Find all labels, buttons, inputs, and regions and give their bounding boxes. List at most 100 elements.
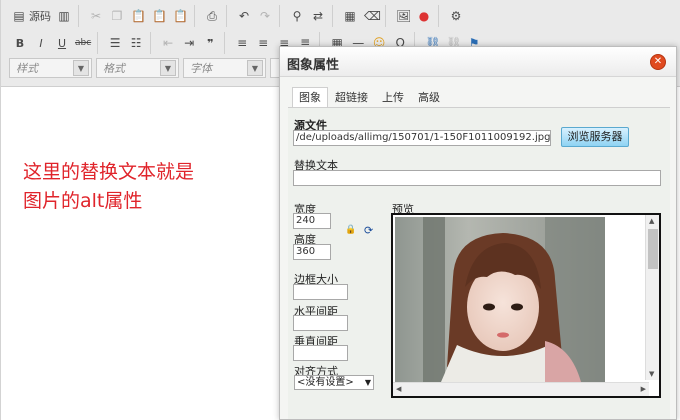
source-button[interactable]: ▤ 源码 — [10, 6, 53, 26]
toolbar-group-misc: ⚙ — [443, 5, 470, 27]
align-left-button[interactable]: ≡ — [232, 33, 252, 53]
browse-server-button[interactable]: 浏览服务器 — [561, 127, 629, 147]
image-properties-dialog: 图象属性 ✕ 图象 超链接 上传 高级 源文件 /de/uploads/alli… — [279, 46, 677, 420]
strike-button[interactable]: abc — [73, 33, 93, 53]
lock-icon[interactable]: 🔒 — [345, 225, 356, 235]
preview-box: ▲ ▼ ◀ ▶ — [391, 213, 661, 398]
scroll-up-icon[interactable]: ▲ — [649, 217, 654, 225]
style-combo[interactable]: 样式 ▼ — [9, 58, 92, 78]
outdent-button[interactable]: ⇤ — [158, 33, 178, 53]
gear-icon: ⚙ — [450, 9, 462, 23]
indent-icon: ⇥ — [184, 36, 195, 50]
copy-button[interactable]: ❐ — [107, 6, 127, 26]
dialog-title: 图象属性 — [287, 58, 340, 73]
align-select-value: <没有设置> — [297, 377, 354, 388]
print-button[interactable]: ⎙ — [202, 6, 222, 26]
find-button[interactable]: ⚲ — [287, 6, 307, 26]
hspace-input[interactable] — [293, 315, 348, 331]
close-icon[interactable]: ✕ — [650, 54, 666, 70]
scrollbar-thumb[interactable] — [648, 229, 658, 269]
outdent-icon: ⇤ — [163, 36, 174, 50]
preview-photo — [395, 217, 605, 382]
width-input[interactable]: 240 — [293, 213, 331, 229]
chevron-down-icon: ▼ — [160, 60, 176, 76]
annotation-line-1: 这里的替换文本就是 — [23, 161, 195, 183]
eraser-icon: ⌫ — [364, 9, 381, 23]
replace-icon: ⇄ — [312, 9, 324, 23]
source-file-input[interactable]: /de/uploads/allimg/150701/1-150F10110091… — [293, 130, 551, 146]
align-center-button[interactable]: ≡ — [253, 33, 273, 53]
paste-text-icon: 📋 — [152, 9, 167, 23]
paste-icon: 📋 — [131, 9, 146, 23]
templates-button[interactable]: ▥ — [54, 6, 74, 26]
chevron-down-icon: ▼ — [73, 60, 89, 76]
indent-button[interactable]: ⇥ — [179, 33, 199, 53]
cut-button[interactable]: ✂ — [86, 6, 106, 26]
tab-upload[interactable]: 上传 — [375, 87, 411, 108]
underline-button[interactable]: U — [52, 33, 72, 53]
chevron-down-icon: ▼ — [247, 60, 263, 76]
undo-icon: ↶ — [238, 9, 250, 23]
copy-icon: ❐ — [111, 9, 123, 23]
special-char-button[interactable]: ⚙ — [446, 6, 466, 26]
style-combo-label: 样式 — [16, 62, 38, 75]
format-combo-label: 格式 — [103, 62, 125, 75]
align-center-icon: ≡ — [258, 36, 269, 50]
tab-advanced[interactable]: 高级 — [411, 87, 447, 108]
reset-size-icon[interactable]: ⟳ — [364, 224, 376, 237]
source-label: 源码 — [29, 10, 51, 23]
numbered-list-button[interactable]: ☰ — [105, 33, 125, 53]
vspace-input[interactable] — [293, 345, 348, 361]
scroll-down-icon[interactable]: ▼ — [649, 370, 654, 378]
alt-text-input[interactable] — [293, 170, 661, 186]
toolbar-group-source: ▤ 源码 ▥ — [7, 5, 79, 27]
editor-window: ▤ 源码 ▥ ✂ ❐ 📋 📋 📋 ⎙ ↶ ↷ ⚲ ⇄ ▦ ⌫ 🖼 ● ⚙ B I… — [0, 0, 680, 420]
tab-image[interactable]: 图象 — [292, 87, 328, 108]
toolbar-row-1: ▤ 源码 ▥ ✂ ❐ 📋 📋 📋 ⎙ ↶ ↷ ⚲ ⇄ ▦ ⌫ 🖼 ● ⚙ — [7, 4, 474, 28]
replace-button[interactable]: ⇄ — [308, 6, 328, 26]
scroll-left-icon[interactable]: ◀ — [396, 385, 401, 393]
toolbar-group-select: ▦ ⌫ — [337, 5, 386, 27]
paste-word-icon: 📋 — [173, 9, 188, 23]
select-all-button[interactable]: ▦ — [340, 6, 360, 26]
binoculars-icon: ⚲ — [292, 9, 302, 23]
cut-icon: ✂ — [90, 9, 102, 23]
flash-button[interactable]: ● — [414, 6, 434, 26]
align-left-icon: ≡ — [237, 36, 248, 50]
image-icon: 🖼 — [396, 9, 412, 23]
height-input[interactable]: 360 — [293, 244, 331, 260]
paste-text-button[interactable]: 📋 — [149, 6, 169, 26]
align-select[interactable]: <没有设置> ▼ — [294, 375, 374, 390]
tab-link[interactable]: 超链接 — [328, 87, 375, 108]
preview-vertical-scrollbar[interactable]: ▲ ▼ — [645, 215, 659, 380]
blockquote-button[interactable]: ❞ — [200, 33, 220, 53]
border-input[interactable] — [293, 284, 348, 300]
undo-button[interactable]: ↶ — [234, 6, 254, 26]
editing-area[interactable] — [1, 88, 281, 420]
format-combo[interactable]: 格式 ▼ — [96, 58, 179, 78]
redo-button[interactable]: ↷ — [255, 6, 275, 26]
toolbar-group-insert: 🖼 ● — [390, 5, 439, 27]
select-all-icon: ▦ — [344, 9, 356, 23]
toolbar-group-clipboard: ✂ ❐ 📋 📋 📋 — [83, 5, 195, 27]
paste-word-button[interactable]: 📋 — [170, 6, 190, 26]
bulleted-list-button[interactable]: ☷ — [126, 33, 146, 53]
toolbar-group-list: ☰ ☷ — [102, 32, 152, 54]
bold-button[interactable]: B — [10, 33, 30, 53]
toolbar-group-indent: ⇤ ⇥ ❞ — [155, 32, 226, 54]
preview-horizontal-scrollbar[interactable]: ◀ ▶ — [393, 382, 649, 396]
remove-format-button[interactable]: ⌫ — [361, 6, 381, 26]
flash-icon: ● — [418, 9, 430, 23]
italic-button[interactable]: I — [31, 33, 51, 53]
source-icon: ▤ — [13, 9, 25, 23]
numbered-list-icon: ☰ — [109, 36, 121, 50]
dialog-header[interactable]: 图象属性 ✕ — [280, 47, 676, 77]
toolbar-group-basic: B I U abc — [7, 32, 99, 54]
font-combo[interactable]: 字体 ▼ — [183, 58, 266, 78]
image-button[interactable]: 🖼 — [393, 6, 413, 26]
toolbar-group-find: ⚲ ⇄ — [284, 5, 333, 27]
paste-button[interactable]: 📋 — [128, 6, 148, 26]
annotation-text: 这里的替换文本就是 图片的alt属性 — [23, 158, 263, 216]
scroll-right-icon[interactable]: ▶ — [641, 385, 646, 393]
chevron-down-icon: ▼ — [364, 378, 371, 387]
